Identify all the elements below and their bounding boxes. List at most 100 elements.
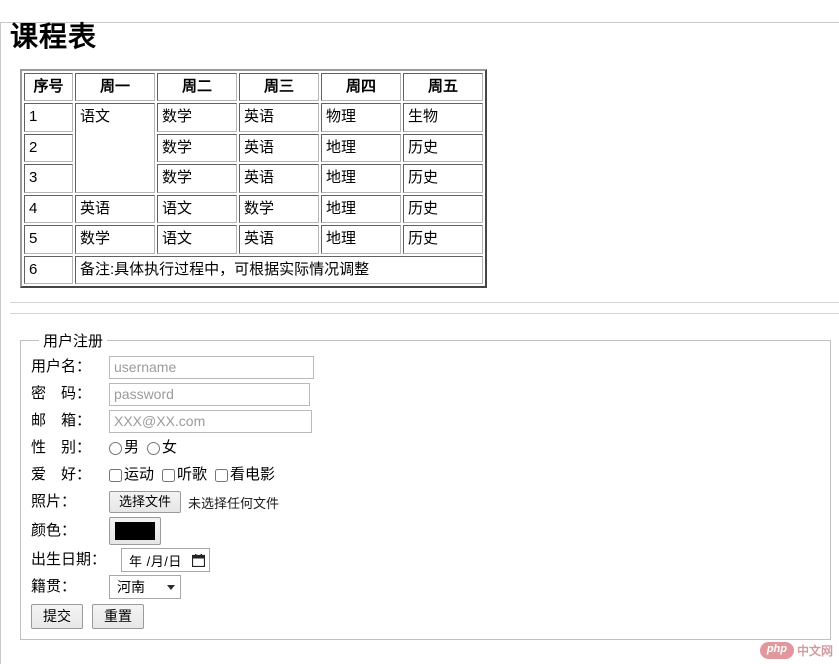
email-label: 邮 箱： (31, 412, 92, 430)
field-row-password: 密 码： (31, 382, 820, 406)
watermark-badge: php (759, 642, 794, 659)
timetable-index-cell: 3 (24, 164, 73, 193)
hobby-option-music[interactable]: 听歌 (162, 465, 207, 485)
birthday-label: 出生日期： (31, 551, 107, 569)
gender-radio-female[interactable] (147, 441, 161, 455)
hobby-checkbox-sports[interactable] (109, 468, 122, 482)
timetable-cell: 历史 (403, 164, 483, 193)
timetable-header-row: 序号 周一 周二 周三 周四 周五 (24, 72, 483, 102)
gender-option-male-label: 男 (124, 439, 140, 457)
page-title: 课程表 (10, 21, 98, 52)
timetable-header-cell: 周一 (75, 72, 155, 102)
timetable-cell: 地理 (321, 164, 401, 193)
field-row-birthday: 出生日期： 年 /月/日 (31, 548, 820, 573)
hobby-label: 爱 好： (31, 466, 92, 484)
page-content: 课程表 序号 周一 周二 周三 周四 周五 1 语文 数学 英语 物理 生物 2… (0, 21, 839, 641)
table-row: 5 数学 语文 英语 地理 历史 (24, 225, 483, 254)
file-input[interactable]: 选择文件 未选择任何文件 (109, 491, 280, 514)
timetable: 序号 周一 周二 周三 周四 周五 1 语文 数学 英语 物理 生物 2 数学 … (20, 68, 487, 289)
timetable-cell: 数学 (75, 225, 155, 254)
color-label: 颜色： (31, 522, 77, 540)
photo-label: 照片： (31, 493, 77, 511)
timetable-cell-monday-merged: 语文 (75, 103, 155, 193)
gender-radio-group: 男 女 (109, 438, 182, 458)
calendar-icon[interactable] (191, 553, 205, 567)
hobby-checkbox-movies[interactable] (215, 468, 229, 482)
timetable-cell: 地理 (321, 133, 401, 163)
email-input[interactable] (109, 409, 312, 433)
gender-option-female[interactable]: 女 (147, 438, 177, 458)
password-input[interactable] (109, 382, 310, 406)
hobby-checkbox-group: 运动 听歌 看电影 (109, 465, 280, 485)
timetable-cell: 英语 (239, 133, 319, 163)
hobby-option-sports[interactable]: 运动 (109, 465, 154, 485)
password-label: 密 码： (31, 385, 92, 403)
hometown-label: 籍贯： (31, 578, 77, 596)
table-row: 4 英语 语文 数学 地理 历史 (24, 194, 483, 224)
birthday-date-input[interactable]: 年 /月/日 (121, 548, 210, 573)
timetable-header-cell: 周二 (157, 72, 237, 102)
field-row-hometown: 籍贯： 河南 (31, 575, 820, 600)
field-row-photo: 照片： 选择文件 未选择任何文件 (31, 490, 820, 514)
submit-button[interactable]: 提交 (31, 604, 83, 630)
timetable-index-cell: 4 (24, 194, 73, 224)
hometown-selected-value: 河南 (117, 579, 145, 596)
watermark-text: 中文网 (796, 644, 833, 658)
watermark: php 中文网 (759, 642, 833, 659)
hobby-option-movies[interactable]: 看电影 (215, 465, 275, 485)
registration-fieldset: 用户注册 用户名： 密 码： 邮 箱： 性 别： 男 女 (20, 330, 831, 641)
timetable-header-cell: 序号 (24, 72, 73, 102)
color-swatch-fill (115, 522, 155, 541)
timetable-cell: 生物 (403, 103, 483, 132)
timetable-cell: 数学 (157, 103, 237, 132)
timetable-header-cell: 周五 (403, 72, 483, 102)
field-row-email: 邮 箱： (31, 409, 820, 433)
timetable-cell: 物理 (321, 103, 401, 132)
timetable-cell: 英语 (239, 103, 319, 132)
timetable-header-cell: 周三 (239, 72, 319, 102)
divider-bottom (10, 313, 839, 315)
field-row-username: 用户名： (31, 355, 820, 379)
timetable-cell: 英语 (239, 225, 319, 254)
timetable-index-cell: 2 (24, 133, 73, 163)
table-row: 1 语文 数学 英语 物理 生物 (24, 103, 483, 193)
field-row-gender: 性 别： 男 女 (31, 436, 820, 460)
hobby-option-movies-label: 看电影 (230, 466, 276, 484)
field-row-hobby: 爱 好： 运动 听歌 看电影 (31, 463, 820, 487)
form-button-row: 提交 重置 (31, 604, 820, 630)
timetable-note-cell: 备注:具体执行过程中，可根据实际情况调整 (75, 255, 483, 285)
timetable-header-cell: 周四 (321, 72, 401, 102)
timetable-cell: 数学 (157, 133, 237, 163)
gender-label: 性 别： (31, 439, 92, 457)
color-picker[interactable] (109, 517, 161, 546)
timetable-cell: 数学 (157, 164, 237, 193)
timetable-index-cell: 5 (24, 225, 73, 254)
timetable-footer-row: 6 备注:具体执行过程中，可根据实际情况调整 (24, 255, 483, 285)
hobby-checkbox-music[interactable] (162, 468, 176, 482)
divider-top (10, 302, 839, 304)
timetable-index-cell: 1 (24, 103, 73, 132)
timetable-cell: 地理 (321, 225, 401, 254)
gender-radio-male[interactable] (109, 441, 122, 455)
timetable-cell: 历史 (403, 133, 483, 163)
chevron-down-icon[interactable] (167, 584, 175, 590)
timetable-cell: 语文 (157, 225, 237, 254)
username-label: 用户名： (31, 358, 92, 376)
choose-file-button[interactable]: 选择文件 (109, 491, 182, 514)
hobby-option-sports-label: 运动 (124, 466, 155, 484)
gender-option-female-label: 女 (162, 439, 178, 457)
timetable-cell: 数学 (239, 194, 319, 224)
timetable-cell: 历史 (403, 225, 483, 254)
hobby-option-music-label: 听歌 (177, 466, 208, 484)
gender-option-male[interactable]: 男 (109, 438, 139, 458)
birthday-date-text: 年 /月/日 (129, 553, 182, 569)
username-input[interactable] (109, 355, 314, 379)
hometown-select[interactable]: 河南 (109, 575, 181, 600)
registration-legend: 用户注册 (43, 333, 104, 351)
timetable-cell: 语文 (157, 194, 237, 224)
field-row-color: 颜色： (31, 517, 820, 546)
file-status-text: 未选择任何文件 (188, 495, 280, 511)
timetable-cell: 英语 (239, 164, 319, 193)
timetable-cell: 历史 (403, 194, 483, 224)
reset-button[interactable]: 重置 (92, 604, 144, 630)
